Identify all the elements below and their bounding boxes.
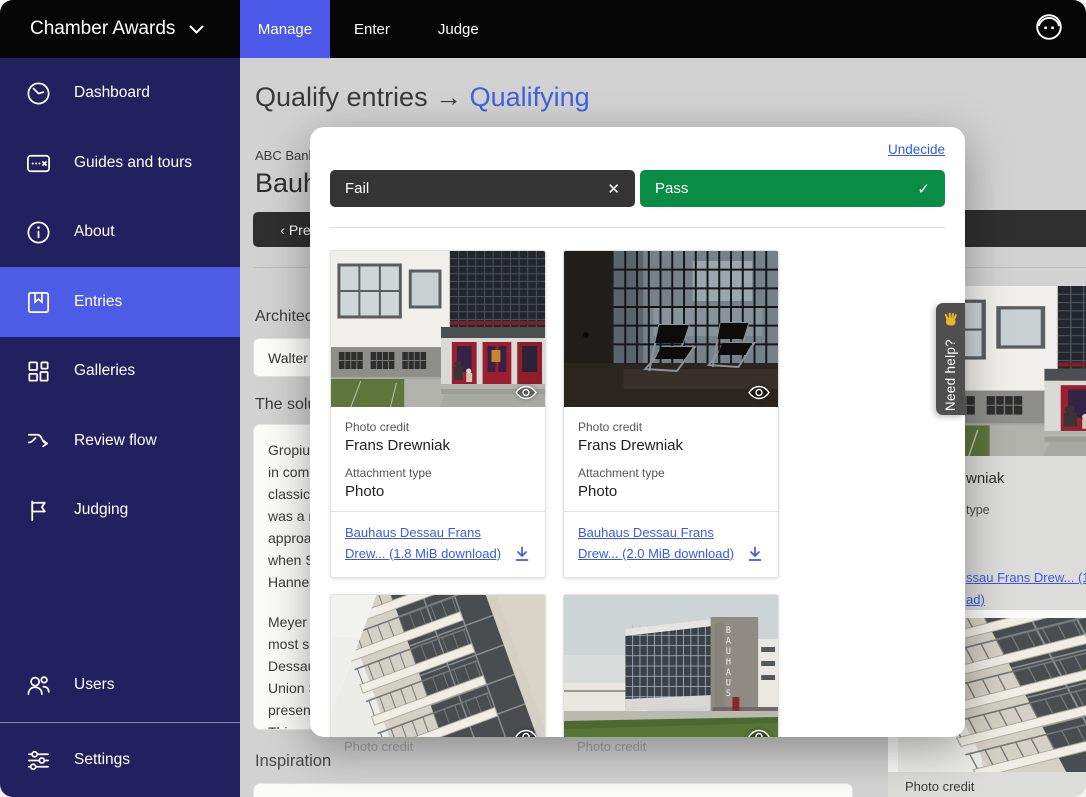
tab-manage[interactable]: Manage [240, 0, 330, 58]
svg-text:A: A [726, 667, 731, 677]
entry-title: Bauh [255, 168, 318, 199]
sidebar-divider [0, 722, 240, 723]
attachment-type-label: Attachment type [578, 466, 764, 480]
sidebar-item-settings[interactable]: Settings [0, 725, 240, 795]
sidebar-item-galleries[interactable]: Galleries [0, 336, 240, 406]
waving-hand-icon [943, 312, 959, 332]
sidebar-item-entries[interactable]: Entries [0, 267, 240, 337]
dashboard-icon [25, 80, 52, 107]
attachment-photo-entrance [331, 251, 545, 407]
app-window: Chamber Awards Manage Enter Judge Dashbo… [0, 0, 1086, 797]
attachment-download-link[interactable]: Bauhaus Dessau Frans Drew... (2.0 MiB do… [578, 523, 738, 565]
tab-enter[interactable]: Enter [330, 0, 414, 58]
sidebar-nav: Dashboard Guides and tours About Entries… [0, 58, 240, 797]
users-icon [25, 672, 52, 699]
sidebar-item-review-flow[interactable]: Review flow [0, 406, 240, 476]
svg-text:S: S [726, 688, 731, 698]
ghost-photo-credit-1: Photo credit [344, 739, 413, 754]
next-button[interactable] [960, 210, 1086, 247]
attachment-card: Photo credit Frans Drewniak Attachment t… [330, 250, 546, 578]
download-icon[interactable] [746, 545, 764, 563]
preview-eye-icon[interactable] [748, 729, 770, 737]
section-label-solution: The solu [255, 396, 316, 414]
need-help-label: Need help? [943, 339, 958, 411]
top-header: Chamber Awards Manage Enter Judge [0, 0, 1086, 58]
section-label-inspiration: Inspiration [255, 752, 331, 771]
flow-arrow-icon [25, 428, 52, 455]
sliders-icon [25, 747, 52, 774]
x-icon: ✕ [607, 180, 620, 198]
brand-label: Chamber Awards [30, 18, 175, 40]
pass-button[interactable]: Pass ✓ [640, 170, 945, 207]
attachment-download-link[interactable]: Bauhaus Dessau Frans Drew... (1.8 MiB do… [345, 523, 505, 565]
attachment-photo-chairs [564, 251, 778, 407]
attachment-card [330, 594, 546, 737]
ghost-photo-credit-2: Photo credit [577, 739, 646, 754]
attachment-type-label: Attachment type [345, 466, 531, 480]
bg-download-link-line1[interactable]: ssau Frans Drew... (1.8 [966, 570, 1086, 585]
attachment-photo-bauhaus-building: BAUHAUS [564, 595, 778, 737]
inspiration-box [253, 783, 853, 797]
preview-eye-icon[interactable] [515, 385, 537, 400]
svg-text:A: A [726, 635, 731, 645]
fail-button[interactable]: Fail ✕ [330, 170, 635, 207]
need-help-tab[interactable]: Need help? [936, 303, 965, 415]
bg-type-fragment: type [966, 503, 990, 517]
sidebar-item-judging[interactable]: Judging [0, 475, 240, 545]
check-icon: ✓ [917, 180, 930, 198]
attachment-card: BAUHAUS [563, 594, 779, 737]
app-switcher[interactable]: Chamber Awards [0, 18, 240, 40]
bg-photo-credit-label: Photo credit [905, 779, 974, 794]
attachment-card: Photo credit Frans Drewniak Attachment t… [563, 250, 779, 578]
account-face-icon[interactable] [1034, 12, 1064, 47]
grid-icon [25, 358, 52, 385]
bg-credit-fragment: wniak [966, 470, 1004, 487]
photo-credit-label: Photo credit [345, 420, 531, 434]
sidebar-item-dashboard[interactable]: Dashboard [0, 58, 240, 128]
bookmark-icon [25, 289, 52, 316]
chevron-down-icon [189, 18, 204, 40]
flag-icon [25, 497, 52, 524]
photo-credit-label: Photo credit [578, 420, 764, 434]
attachment-grid: Photo credit Frans Drewniak Attachment t… [330, 250, 945, 737]
info-icon [25, 219, 52, 246]
svg-text:U: U [726, 646, 731, 656]
undecide-link[interactable]: Undecide [888, 142, 945, 164]
sidebar-item-users[interactable]: Users [0, 650, 240, 720]
title-arrow: → [435, 82, 462, 112]
attachment-type-value: Photo [345, 483, 531, 500]
bg-download-link-line2[interactable]: ad) [966, 592, 985, 607]
entry-organisation: ABC Bank [255, 148, 315, 163]
preview-eye-icon[interactable] [515, 729, 537, 737]
sidebar-item-about[interactable]: About [0, 197, 240, 267]
attachment-type-value: Photo [578, 483, 764, 500]
field-label-architect: Architec [255, 308, 313, 326]
svg-text:H: H [726, 656, 731, 666]
download-icon[interactable] [513, 545, 531, 563]
map-icon [25, 150, 52, 177]
qualify-modal: Undecide Fail ✕ Pass ✓ [310, 127, 965, 737]
sidebar-item-guides[interactable]: Guides and tours [0, 128, 240, 198]
attachment-photo-balconies [331, 595, 545, 737]
svg-text:B: B [726, 625, 731, 635]
preview-eye-icon[interactable] [748, 385, 770, 400]
photo-credit-value: Frans Drewniak [578, 437, 764, 454]
tab-judge[interactable]: Judge [414, 0, 503, 58]
svg-text:U: U [726, 677, 731, 687]
photo-credit-value: Frans Drewniak [345, 437, 531, 454]
page-title: Qualify entries → Qualifying [255, 82, 590, 113]
modal-divider [330, 227, 945, 228]
qualifying-round-link[interactable]: Qualifying [470, 82, 590, 112]
